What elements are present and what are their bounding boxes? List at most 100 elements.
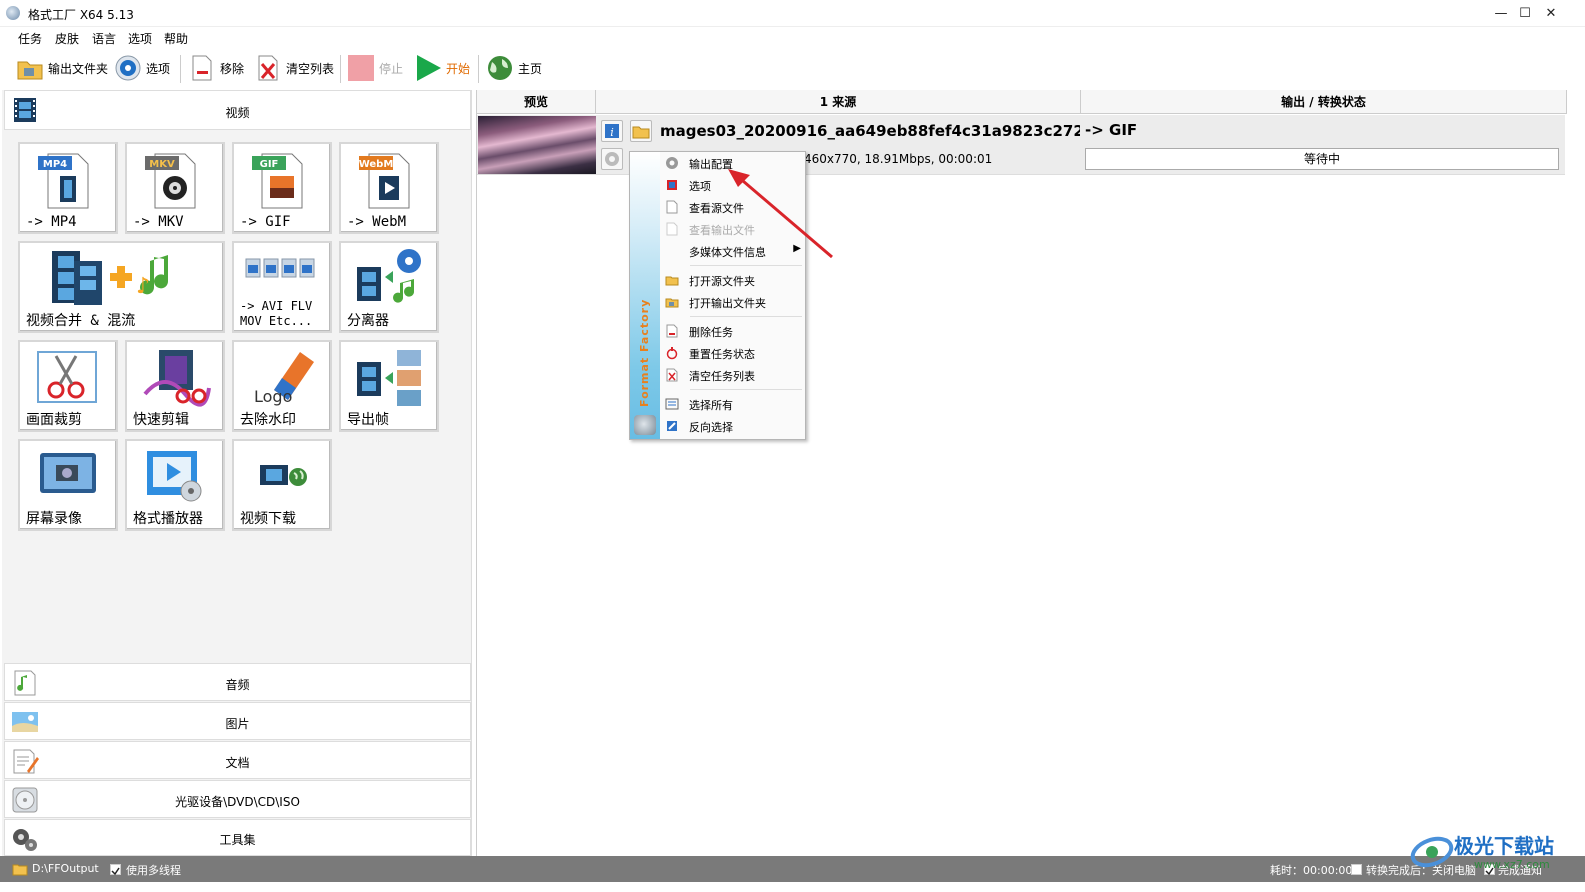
info-button[interactable]: i [601,120,623,142]
category-tools-label: 工具集 [219,833,256,847]
toolbar: 输出文件夹 选项 移除 清空列表 停止 开始 主页 [0,49,1585,87]
menu-skin[interactable]: 皮肤 [55,30,79,47]
player-icon [147,451,202,502]
output-path[interactable]: D:\FFOutput [32,862,99,875]
tile-to-avi-flv-mov[interactable]: -> AVI FLV MOV Etc... [232,241,332,333]
category-audio[interactable]: 音频 [4,663,471,701]
menu-item-clear-tasks[interactable]: 清空任务列表 [660,364,805,386]
quick-clip-icon [143,350,211,407]
menu-item-invert-selection[interactable]: 反向选择 [660,415,805,437]
stop-icon [348,55,374,81]
delete-doc-icon [666,324,678,338]
category-video[interactable]: 视频 [4,90,471,130]
menu-separator [690,389,802,390]
video-download-icon [260,465,307,486]
category-tools[interactable]: 工具集 [4,819,471,856]
output-folder-icon [665,298,679,308]
svg-text:♪: ♪ [136,274,150,299]
multithread-checkbox[interactable] [110,864,121,876]
tile-to-gif[interactable]: GIF -> GIF [232,142,332,234]
multi-format-icon [245,258,315,278]
tile-video-download[interactable]: 视频下载 [232,439,332,531]
clear-list-button[interactable]: 清空列表 [254,51,334,85]
svg-text:Logo: Logo [254,387,292,406]
source-file-info: 460x770, 18.91Mbps, 00:00:01 [804,152,993,166]
svg-text:WebM: WebM [359,159,394,170]
after-convert-checkbox[interactable] [1351,864,1362,875]
options-button[interactable]: 选项 [114,51,170,85]
tile-quick-clip[interactable]: 快速剪辑 [125,340,225,432]
options-icon [667,180,677,190]
function-panel: 视频 MP4 -> MP4 MKV -> MKV GIF -> GIF WebM… [2,90,472,856]
svg-text:GIF: GIF [260,159,279,170]
watermark-url: www.xz7.com [1474,858,1550,871]
clear-icon [666,368,678,382]
start-button[interactable]: 开始 [414,51,470,85]
mkv-file-icon: MKV [145,153,196,209]
menu-options[interactable]: 选项 [128,30,152,47]
menu-item-open-source-folder[interactable]: 打开源文件夹 [660,269,805,291]
menu-item-delete-task[interactable]: 删除任务 [660,320,805,342]
column-header-output-status[interactable]: 输出 / 转换状态 [1081,90,1567,114]
tile-to-webm[interactable]: WebM -> WebM [339,142,439,234]
tile-screen-record[interactable]: 屏幕录像 [18,439,118,531]
toolbar-separator [180,55,181,83]
info-icon: i [605,124,619,139]
context-menu-brand: Format Factory [638,298,651,407]
column-header-source[interactable]: 1 来源 [596,90,1081,114]
tile-player[interactable]: 格式播放器 [125,439,225,531]
menu-task[interactable]: 任务 [18,30,42,47]
category-image[interactable]: 图片 [4,702,471,740]
category-document-label: 文档 [225,756,250,770]
remove-button[interactable]: 移除 [188,51,244,85]
stop-button[interactable]: 停止 [347,51,403,85]
category-image-label: 图片 [225,717,250,731]
tile-crop[interactable]: 画面裁剪 [18,340,118,432]
video-merge-icon: ♪ [52,251,169,305]
gif-file-icon: GIF [252,153,303,209]
output-settings-button[interactable] [601,148,623,170]
svg-text:MP4: MP4 [43,159,67,170]
remove-doc-icon [192,55,212,81]
tile-video-join-mux[interactable]: ♪ 视频合并 & 混流 [18,241,225,333]
folder-icon [17,61,43,80]
svg-text:MKV: MKV [149,159,175,170]
menu-separator [690,316,802,317]
checkmark-icon [111,867,120,876]
category-audio-label: 音频 [225,678,250,692]
folder-icon [12,864,28,876]
close-button[interactable]: ✕ [1536,4,1566,24]
elapsed-time: 耗时：00:00:00 [1270,864,1353,877]
home-button[interactable]: 主页 [486,51,542,85]
conversion-status: 等待中 [1085,148,1559,170]
tile-export-frames[interactable]: 导出帧 [339,340,439,432]
watermark-swoosh-icon [1410,836,1454,868]
menu-help[interactable]: 帮助 [164,30,188,47]
gear-icon [605,152,619,166]
tile-remove-watermark[interactable]: Logo 去除水印 [232,340,332,432]
file-icon [666,222,678,236]
globe-icon [488,56,512,80]
preview-thumbnail [478,116,596,174]
column-header-preview[interactable]: 预览 [477,90,596,114]
tile-to-mp4[interactable]: MP4 -> MP4 [18,142,118,234]
context-menu-sidebar: Format Factory [630,152,660,439]
source-filename: mages03_20200916_aa649eb88fef4c31a9823c2… [660,122,1080,140]
menu-item-reset-status[interactable]: 重置任务状态 [660,342,805,364]
select-all-icon [665,398,679,410]
tile-to-mkv[interactable]: MKV -> MKV [125,142,225,234]
output-folder-button[interactable]: 输出文件夹 [16,51,108,85]
crop-scissors-icon [37,351,97,403]
screen-record-icon [40,453,96,493]
options-gear-icon [115,55,141,81]
open-folder-button[interactable] [630,120,652,142]
menu-item-open-output-folder[interactable]: 打开输出文件夹 [660,291,805,313]
category-document[interactable]: 文档 [4,741,471,779]
toolbar-separator [478,55,479,83]
gear-icon [666,157,678,169]
menu-language[interactable]: 语言 [92,30,116,47]
menu-item-select-all[interactable]: 选择所有 [660,393,805,415]
category-disc[interactable]: 光驱设备\DVD\CD\ISO [4,780,471,818]
app-icon [6,6,20,20]
tile-splitter[interactable]: 分离器 [339,241,439,333]
